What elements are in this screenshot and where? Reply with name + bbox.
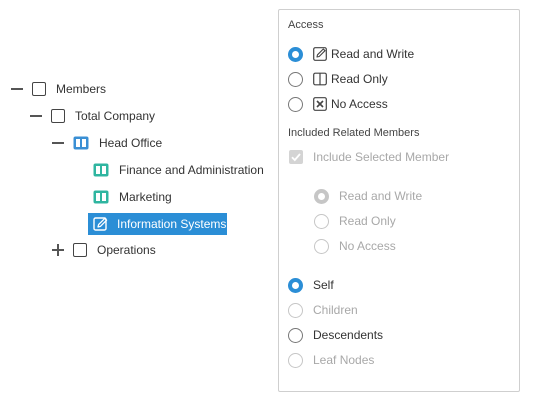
collapse-icon[interactable] bbox=[11, 83, 23, 95]
sub-option-read-only[interactable]: Read Only bbox=[314, 212, 396, 230]
node-checkbox[interactable] bbox=[51, 109, 65, 123]
option-label: No Access bbox=[331, 97, 388, 111]
tree-node-label: Members bbox=[56, 82, 107, 96]
collapse-icon[interactable] bbox=[52, 137, 64, 149]
tree-node-operations[interactable]: Operations bbox=[52, 240, 156, 260]
access-option-read-only[interactable]: Read Only bbox=[288, 70, 388, 88]
option-label: Descendents bbox=[313, 328, 384, 342]
tree-node-members[interactable]: Members bbox=[11, 79, 106, 99]
radio-button[interactable] bbox=[314, 238, 329, 254]
sub-option-read-write[interactable]: Read and Write bbox=[314, 187, 422, 205]
tree-node-total-company[interactable]: Total Company bbox=[30, 106, 155, 126]
scope-option-self[interactable]: Self bbox=[288, 276, 334, 294]
edit-icon bbox=[93, 217, 109, 231]
book-icon bbox=[73, 136, 89, 150]
access-option-read-write[interactable]: Read and Write bbox=[288, 45, 414, 63]
tree-node-label: Finance and Administration bbox=[119, 163, 264, 177]
sub-option-no-access[interactable]: No Access bbox=[314, 237, 396, 255]
node-checkbox[interactable] bbox=[73, 243, 87, 257]
book-icon bbox=[93, 190, 109, 204]
option-label: Read Only bbox=[331, 72, 388, 86]
scope-option-descendents[interactable]: Descendents bbox=[288, 326, 383, 344]
no-access-icon bbox=[313, 97, 327, 111]
edit-icon bbox=[313, 47, 327, 61]
node-checkbox[interactable] bbox=[32, 82, 46, 96]
access-panel: Access Read and Write Read Only No Acces… bbox=[278, 9, 520, 392]
option-label: Children bbox=[313, 303, 358, 317]
access-title: Access bbox=[288, 19, 324, 31]
radio-button[interactable] bbox=[314, 188, 329, 204]
scope-option-leaf-nodes[interactable]: Leaf Nodes bbox=[288, 351, 374, 369]
option-label: Read and Write bbox=[339, 189, 423, 203]
access-option-no-access[interactable]: No Access bbox=[288, 95, 388, 113]
option-label: Read Only bbox=[339, 214, 396, 228]
radio-button[interactable] bbox=[288, 96, 303, 112]
radio-button[interactable] bbox=[288, 352, 303, 368]
radio-button[interactable] bbox=[314, 213, 329, 229]
radio-button[interactable] bbox=[288, 71, 303, 87]
collapse-icon[interactable] bbox=[30, 110, 42, 122]
tree-node-label: Marketing bbox=[119, 190, 172, 204]
tree-node-label: Head Office bbox=[99, 136, 163, 150]
radio-button[interactable] bbox=[288, 46, 303, 62]
book-icon bbox=[93, 163, 109, 177]
related-members-title: Included Related Members bbox=[288, 127, 420, 139]
tree-node-finance[interactable]: Finance and Administration bbox=[93, 160, 264, 180]
book-icon bbox=[313, 72, 327, 86]
scope-option-children[interactable]: Children bbox=[288, 301, 358, 319]
radio-button[interactable] bbox=[288, 302, 303, 318]
option-label: Include Selected Member bbox=[313, 150, 450, 164]
tree-node-head-office[interactable]: Head Office bbox=[52, 133, 162, 153]
tree-node-label: Information Systems bbox=[117, 217, 227, 231]
include-selected-member-checkbox[interactable]: Include Selected Member bbox=[289, 148, 449, 166]
tree-node-information-systems[interactable]: Information Systems bbox=[88, 213, 227, 235]
tree-node-label: Operations bbox=[97, 243, 156, 257]
option-label: No Access bbox=[339, 239, 396, 253]
radio-button[interactable] bbox=[288, 327, 303, 343]
option-label: Read and Write bbox=[331, 47, 415, 61]
check-icon[interactable] bbox=[289, 150, 303, 164]
radio-button[interactable] bbox=[288, 277, 303, 293]
option-label: Self bbox=[313, 278, 334, 292]
tree-node-marketing[interactable]: Marketing bbox=[93, 187, 172, 207]
tree-node-label: Total Company bbox=[75, 109, 156, 123]
option-label: Leaf Nodes bbox=[313, 353, 375, 367]
expand-icon[interactable] bbox=[52, 244, 64, 256]
